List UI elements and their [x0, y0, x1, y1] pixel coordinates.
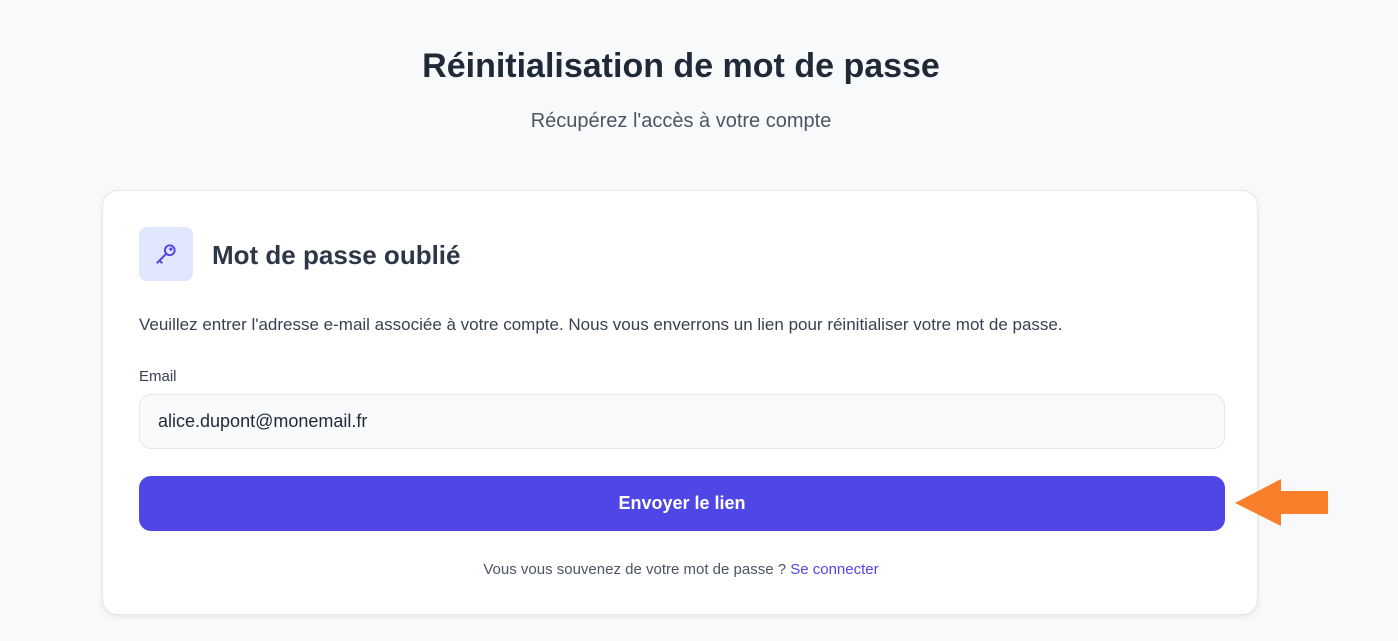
- page-subtitle: Récupérez l'accès à votre compte: [530, 110, 832, 132]
- email-label: Email: [139, 368, 177, 385]
- key-icon-box: [139, 227, 193, 281]
- key-icon: [156, 244, 176, 264]
- footer-text: Vous vous souvenez de votre mot de passe…: [103, 560, 1259, 580]
- login-link[interactable]: Se connecter: [790, 561, 878, 578]
- card-description: Veuillez entrer l'adresse e-mail associé…: [139, 315, 1063, 334]
- page-title: Réinitialisation de mot de passe: [422, 47, 940, 85]
- footer-prompt: Vous vous souvenez de votre mot de passe…: [483, 561, 787, 578]
- send-link-button[interactable]: Envoyer le lien: [139, 476, 1225, 531]
- reset-password-card: Mot de passe oublié Veuillez entrer l'ad…: [102, 190, 1258, 615]
- arrow-left-icon: [1235, 479, 1328, 526]
- email-field[interactable]: [139, 394, 1225, 449]
- card-title: Mot de passe oublié: [212, 240, 461, 270]
